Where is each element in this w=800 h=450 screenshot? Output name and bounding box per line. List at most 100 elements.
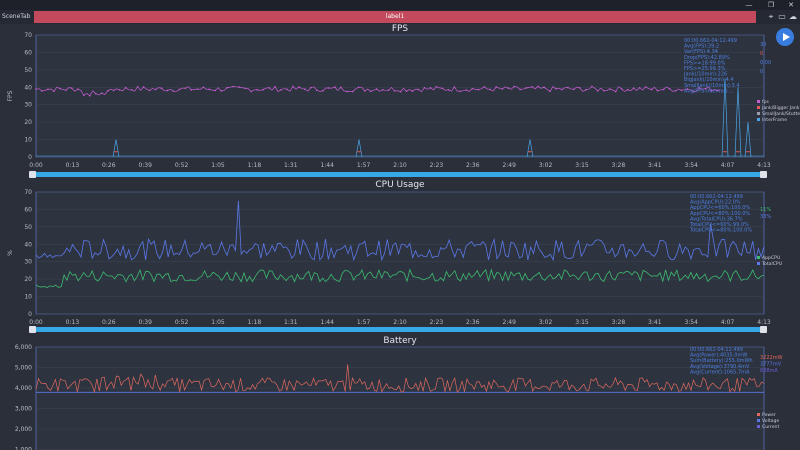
fps-scrollbar[interactable] [29, 171, 767, 178]
right-value: 0.00 [760, 60, 771, 66]
fps-point [680, 89, 683, 92]
fps-point [196, 88, 199, 90]
fps-point [417, 88, 420, 91]
legend-label: TotalCPU [761, 261, 782, 267]
stats-line: TotalCPU<=80%:100.0% [689, 228, 752, 234]
x-tick-label: 1:57 [357, 162, 371, 169]
y-tick-label: 60 [24, 206, 32, 213]
fps-point [626, 88, 629, 91]
x-tick-label: 1:44 [320, 162, 334, 169]
fps-point [447, 88, 450, 91]
fps-point [591, 85, 593, 88]
x-tick-label: 3:28 [612, 162, 626, 169]
fps-point [274, 85, 276, 88]
x-tick-label: 2:10 [393, 162, 407, 169]
fps-point [208, 88, 211, 91]
fps-point [322, 90, 324, 92]
y-tick-label: 70 [24, 32, 32, 39]
x-tick-label: 0:39 [138, 162, 152, 169]
stats-line: Avg(Current):1065.7mA [690, 369, 750, 375]
fps-point [596, 90, 599, 92]
scroll-start-handle[interactable] [29, 171, 36, 178]
legend-label: SmallJank/Stutter [762, 111, 800, 117]
scroll-end-handle[interactable] [760, 171, 767, 178]
x-tick-label: 1:18 [248, 162, 262, 169]
x-tick-label: 1:44 [320, 319, 334, 326]
y-tick-label: 60 [24, 49, 32, 56]
legend-swatch [757, 106, 760, 109]
cloud-icon[interactable]: ☁ [788, 11, 798, 23]
x-tick-label: 0:13 [66, 162, 80, 169]
fps-point [286, 88, 288, 91]
legend-swatch [757, 413, 760, 416]
fps-point [172, 90, 175, 92]
y-tick-label: 5,000 [15, 365, 32, 372]
fps-point [399, 90, 402, 93]
right-value: 33% [760, 214, 771, 220]
x-tick-label: 1:05 [211, 319, 225, 326]
fps-point [316, 89, 318, 92]
cpu-scrollbar[interactable] [29, 326, 767, 333]
close-button[interactable]: ✕ [784, 0, 798, 10]
fps-point [656, 89, 659, 92]
right-value: 838mA [760, 368, 778, 374]
legend-swatch [757, 118, 760, 121]
scroll-end-handle[interactable] [760, 326, 767, 333]
y-tick-label: 50 [24, 224, 32, 231]
right-value: 3777mV [760, 362, 782, 368]
folder-icon[interactable]: ▭ [777, 11, 787, 23]
fps-point [363, 90, 366, 92]
legend-swatch [757, 419, 760, 422]
legend-label: Power [762, 412, 776, 418]
fps-point [106, 90, 109, 92]
x-tick-label: 0:00 [29, 162, 43, 169]
x-tick-label: 3:41 [648, 162, 662, 169]
label-bar: label1 [34, 11, 756, 23]
fps-point [142, 86, 145, 88]
x-tick-label: 2:23 [430, 162, 444, 169]
right-value: 3222mW [760, 355, 783, 361]
y-tick-label: 3,000 [15, 406, 32, 413]
scene-tab[interactable]: SceneTab [2, 11, 32, 23]
y-tick-label: 30 [24, 102, 32, 109]
fps-point [513, 85, 515, 88]
x-tick-label: 1:57 [357, 319, 371, 326]
fps-point [59, 87, 61, 90]
fps-point [268, 86, 270, 89]
fps-point [154, 88, 157, 91]
x-tick-label: 3:02 [539, 162, 553, 169]
fps-point [477, 88, 480, 91]
y-tick-label: 6,000 [15, 344, 32, 351]
x-tick-label: 3:15 [575, 319, 589, 326]
x-tick-label: 3:28 [612, 319, 626, 326]
x-tick-label: 3:41 [648, 319, 662, 326]
fps-point [53, 90, 55, 93]
fps-point [507, 87, 509, 89]
fps-point [519, 88, 521, 91]
x-tick-label: 1:31 [284, 162, 298, 169]
minimize-button[interactable]: — [742, 0, 756, 10]
y-tick-label: 70 [24, 189, 32, 196]
y-tick-label: 20 [24, 119, 32, 126]
x-tick-label: 0:00 [29, 319, 43, 326]
legend-label: Voltage [762, 418, 779, 424]
maximize-button[interactable]: ❐ [764, 0, 778, 10]
fps-point [381, 88, 384, 91]
fps-point [136, 85, 139, 88]
fps-point [549, 90, 551, 93]
y-tick-label: 40 [24, 84, 32, 91]
fps-point [471, 87, 474, 90]
fps-point [423, 86, 426, 89]
fps-point [77, 88, 79, 90]
scroll-start-handle[interactable] [29, 326, 36, 333]
location-icon[interactable]: ⌖ [766, 11, 776, 23]
y-tick-label: 0 [28, 311, 32, 318]
fps-point [220, 90, 223, 92]
fps-point [555, 87, 557, 90]
fps-point [328, 87, 330, 89]
fps-point [543, 86, 545, 89]
fps-point [166, 89, 169, 92]
stats-line: Avg(FPS-Interval):... [684, 88, 734, 94]
fps-point [340, 86, 342, 89]
fps-point [638, 86, 641, 89]
